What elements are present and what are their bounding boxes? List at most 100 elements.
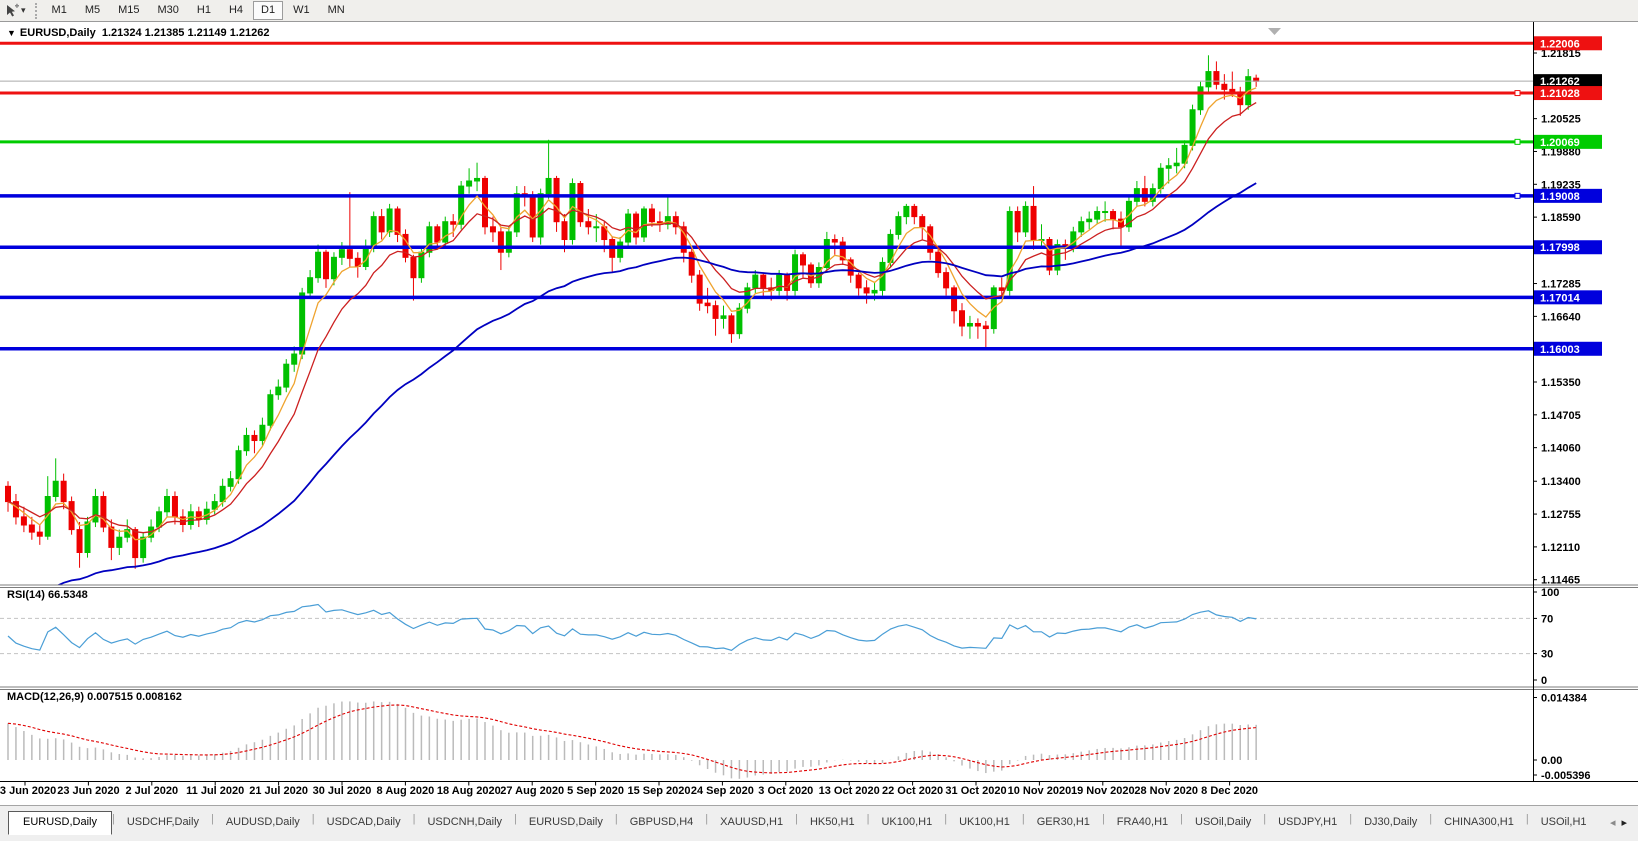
candle [960,311,965,326]
hline-drag-handle[interactable] [1515,139,1520,144]
candle [339,250,344,258]
chart-tab-usoil-daily[interactable]: USOil,Daily [1183,811,1263,834]
chart-tab-usdcad-daily[interactable]: USDCAD,Daily [315,811,413,834]
tab-scroll-right-icon[interactable]: ▸ [1621,817,1633,829]
candle [260,425,265,440]
chart-title: ▼EURUSD,Daily 1.21324 1.21385 1.21149 1.… [7,27,269,39]
candle [721,316,726,319]
candle [729,316,734,334]
price-tick-label: 1.13400 [1541,476,1581,488]
candle [459,186,464,224]
chart-tab-dj30-daily[interactable]: DJ30,Daily [1352,811,1429,834]
candle [53,481,58,496]
date-label[interactable]: 22 Oct 2020 [882,785,943,797]
candle [967,323,972,326]
candle [761,275,766,288]
price-tick-label: 1.12755 [1541,509,1581,521]
chart-tab-eurusd-daily[interactable]: EURUSD,Daily [8,811,112,835]
candle [618,242,623,257]
chart-tab-xauusd-h1[interactable]: XAUUSD,H1 [708,811,795,834]
panel-separator[interactable] [0,585,1638,586]
chart-tab-gbpusd-h4[interactable]: GBPUSD,H4 [618,811,706,834]
chart-tab-audusd-daily[interactable]: AUDUSD,Daily [214,811,312,834]
timeframe-button-M1[interactable]: M1 [44,1,75,20]
date-label[interactable]: 3 Oct 2020 [758,785,813,797]
candle [276,387,281,395]
date-label[interactable]: 5 Sep 2020 [567,785,624,797]
chart-tab-hk50-h1[interactable]: HK50,H1 [798,811,867,834]
chart-tab-uk100-h1[interactable]: UK100,H1 [947,811,1022,834]
chart-tab-ger30-h1[interactable]: GER30,H1 [1025,811,1102,834]
date-label[interactable]: 27 Aug 2020 [500,785,564,797]
chart-tab-usdjpy-h1[interactable]: USDJPY,H1 [1266,811,1349,834]
date-label[interactable]: 8 Aug 2020 [377,785,435,797]
date-label[interactable]: 13 Oct 2020 [819,785,880,797]
date-label[interactable]: 8 Dec 2020 [1201,785,1258,797]
price-tick-label: 1.18590 [1541,212,1581,224]
price-tick-label: 1.16640 [1541,311,1581,323]
timeframe-button-H1[interactable]: H1 [189,1,219,20]
panel-separator[interactable] [0,689,1638,690]
chart-tab-china300-h1[interactable]: CHINA300,H1 [1432,811,1526,834]
timeframe-button-W1[interactable]: W1 [285,1,318,20]
chart-tab-eurusd-daily[interactable]: EURUSD,Daily [517,811,615,834]
candle [117,537,122,547]
price-badge-label: 1.21028 [1540,88,1580,100]
candle [1023,206,1028,231]
timeframe-button-M5[interactable]: M5 [77,1,108,20]
timeframe-button-MN[interactable]: MN [320,1,353,20]
candle [300,293,305,354]
chart-tab-uk100-h1[interactable]: UK100,H1 [869,811,944,834]
candle [172,497,177,517]
hline-drag-handle[interactable] [1515,193,1520,198]
rsi-level-label: 70 [1541,613,1553,625]
candle [1190,110,1195,146]
chart-tab-usdchf-daily[interactable]: USDCHF,Daily [115,811,211,834]
price-tick-label: 1.15350 [1541,377,1581,389]
chart-tab-usdcnh-daily[interactable]: USDCNH,Daily [415,811,514,834]
price-tick-label: 1.11465 [1541,575,1580,587]
candle [594,227,599,228]
candle [387,209,392,232]
candle [228,479,233,487]
date-label[interactable]: 2 Jul 2020 [126,785,179,797]
date-label[interactable]: 28 Nov 2020 [1134,785,1198,797]
date-label[interactable]: 30 Jul 2020 [313,785,372,797]
date-label[interactable]: 18 Aug 2020 [437,785,501,797]
candle [1015,212,1020,232]
date-label[interactable]: 23 Jun 2020 [57,785,119,797]
price-chart-canvas[interactable]: 13 Jun 202023 Jun 2020 2 Jul 2020 11 Jul 2… [0,22,1638,805]
candle [292,354,297,364]
hline-drag-handle[interactable] [1515,91,1520,96]
date-label[interactable]: 15 Sep 2020 [628,785,691,797]
timeframe-button-H4[interactable]: H4 [221,1,251,20]
date-label[interactable]: 11 Jul 2020 [186,785,244,797]
date-label[interactable]: 24 Sep 2020 [691,785,754,797]
candle [785,275,790,290]
timeframe-button-M15[interactable]: M15 [110,1,147,20]
price-tick-label: 1.14705 [1541,410,1581,422]
panel-separator[interactable] [0,587,1638,588]
date-label[interactable]: 19 Nov 2020 [1071,785,1135,797]
candle [29,525,34,532]
cursor-dropdown-icon[interactable]: ▾ [21,5,26,16]
candle [832,240,837,243]
crosshair-cursor-icon[interactable] [4,3,20,19]
chart-tab-fra40-h1[interactable]: FRA40,H1 [1105,811,1180,834]
collapse-triangle-icon[interactable]: ▼ [7,28,16,38]
candle [475,178,480,181]
candle [562,222,567,240]
date-label[interactable]: 10 Nov 2020 [1008,785,1072,797]
timeframe-button-M30[interactable]: M30 [150,1,187,20]
candle [983,326,988,329]
candle [912,206,917,216]
date-label[interactable]: 31 Oct 2020 [945,785,1006,797]
chart-tab-usoil-h1[interactable]: USOil,H1 [1529,811,1599,834]
timeframe-button-D1[interactable]: D1 [253,1,283,20]
candle [649,209,654,222]
candle [689,252,694,275]
panel-separator[interactable] [0,687,1638,688]
date-label[interactable]: 13 Jun 2020 [0,785,56,797]
tab-scroll-left-icon[interactable]: ◂ [1610,817,1622,829]
date-label[interactable]: 21 Jul 2020 [249,785,308,797]
